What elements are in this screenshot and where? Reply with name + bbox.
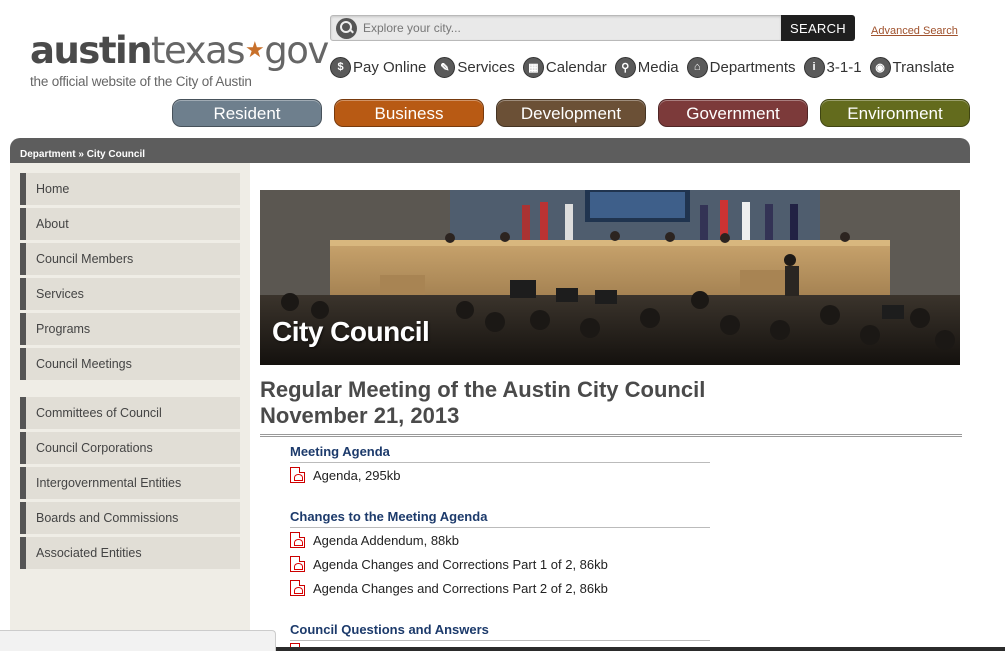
document-link[interactable]: Agenda Changes and Corrections Part 2 of… [290, 580, 608, 596]
antenna-icon: ⚲ [614, 56, 636, 78]
site-logo[interactable]: austintexas★gov the official website of … [30, 29, 329, 90]
document-label: Agenda Addendum, 88kb [313, 532, 460, 548]
main-nav-tabs: Resident Business Development Government… [172, 99, 982, 127]
search-box [330, 15, 782, 41]
quicklink-services[interactable]: ✎ Services [434, 56, 515, 78]
sidebar-group-main: Home About Council Members Services Prog… [20, 173, 240, 383]
search-button[interactable]: SEARCH [781, 15, 855, 41]
hero-banner: City Council [260, 190, 960, 365]
breadcrumb: Department » City Council [20, 144, 145, 162]
breadcrumb-separator: » [75, 149, 87, 160]
sidebar-item-about[interactable]: About [20, 208, 240, 240]
quicklinks-bar: $ Pay Online ✎ Services ▦ Calendar ⚲ Med… [330, 54, 963, 80]
logo-wordmark: austintexas★gov [30, 29, 329, 76]
sidebar-item-committees[interactable]: Committees of Council [20, 397, 240, 429]
section-heading-meeting-agenda: Meeting Agenda [290, 444, 710, 463]
search-icon [336, 18, 357, 39]
document-link[interactable]: Agenda Addendum, 88kb [290, 532, 459, 548]
logo-word-texas: texas [151, 29, 245, 72]
building-icon: ⌂ [686, 56, 708, 78]
breadcrumb-bar: Department » City Council [10, 138, 970, 163]
page-title-line1: Regular Meeting of the Austin City Counc… [260, 377, 706, 402]
quicklink-label: Calendar [545, 58, 607, 76]
sidebar: Home About Council Members Services Prog… [10, 163, 250, 651]
sidebar-item-services[interactable]: Services [20, 278, 240, 310]
dollar-icon: $ [330, 56, 351, 78]
quicklink-label: Media [637, 58, 679, 76]
quicklink-label: 3-1-1 [826, 58, 862, 76]
status-strip [0, 630, 276, 651]
quicklink-label: Departments [709, 58, 796, 76]
page-title: Regular Meeting of the Austin City Counc… [260, 377, 705, 429]
logo-word-gov: gov [264, 29, 329, 72]
sidebar-item-boards[interactable]: Boards and Commissions [20, 502, 240, 534]
sidebar-item-corporations[interactable]: Council Corporations [20, 432, 240, 464]
breadcrumb-parent[interactable]: Department [20, 149, 76, 160]
title-divider [260, 434, 962, 437]
tab-government[interactable]: Government [658, 99, 808, 127]
page-title-date: November 21, 2013 [260, 403, 460, 428]
sidebar-item-programs[interactable]: Programs [20, 313, 240, 345]
window-edge [276, 647, 1005, 651]
document-label: Agenda, 295kb [313, 467, 401, 483]
tab-resident[interactable]: Resident [172, 99, 322, 127]
breadcrumb-current[interactable]: City Council [87, 149, 145, 160]
info-icon: i [803, 56, 825, 78]
search-input[interactable] [363, 19, 773, 37]
logo-tagline: the official website of the City of Aust… [30, 74, 252, 89]
sidebar-item-intergovernmental[interactable]: Intergovernmental Entities [20, 467, 240, 499]
quicklink-311[interactable]: i 3-1-1 [803, 56, 862, 78]
sidebar-item-associated-entities[interactable]: Associated Entities [20, 537, 240, 569]
section-heading-changes: Changes to the Meeting Agenda [290, 509, 710, 528]
document-link[interactable]: Agenda Changes and Corrections Part 1 of… [290, 556, 608, 572]
document-link[interactable]: Agenda, 295kb [290, 467, 400, 483]
advanced-search-link[interactable]: Advanced Search [871, 25, 958, 37]
globe-icon: ◉ [869, 56, 891, 78]
calendar-icon: ▦ [522, 56, 544, 78]
hero-title: City Council [272, 316, 430, 347]
pdf-icon [290, 580, 305, 596]
quicklink-label: Services [457, 58, 515, 76]
document-label: Agenda Changes and Corrections Part 2 of… [313, 580, 608, 596]
quicklink-calendar[interactable]: ▦ Calendar [522, 56, 607, 78]
quicklink-media[interactable]: ⚲ Media [614, 56, 679, 78]
logo-word-austin: austin [30, 29, 153, 72]
star-icon: ★ [245, 38, 265, 63]
pdf-icon [290, 467, 305, 483]
quicklink-departments[interactable]: ⌂ Departments [686, 56, 796, 78]
sidebar-item-council-meetings[interactable]: Council Meetings [20, 348, 240, 380]
quicklink-translate[interactable]: ◉ Translate [869, 56, 955, 78]
sidebar-item-home[interactable]: Home [20, 173, 240, 205]
pdf-icon [290, 556, 305, 572]
quicklink-pay-online[interactable]: $ Pay Online [330, 56, 427, 78]
document-label: Agenda Changes and Corrections Part 1 of… [313, 556, 608, 572]
checklist-icon: ✎ [434, 56, 456, 78]
sidebar-item-council-members[interactable]: Council Members [20, 243, 240, 275]
tab-environment[interactable]: Environment [820, 99, 970, 127]
tab-business[interactable]: Business [334, 99, 484, 127]
section-heading-questions: Council Questions and Answers [290, 622, 710, 641]
pdf-icon [290, 532, 305, 548]
tab-development[interactable]: Development [496, 99, 646, 127]
quicklink-label: Pay Online [353, 58, 427, 76]
sidebar-group-related: Committees of Council Council Corporatio… [20, 397, 240, 572]
quicklink-label: Translate [892, 58, 955, 76]
